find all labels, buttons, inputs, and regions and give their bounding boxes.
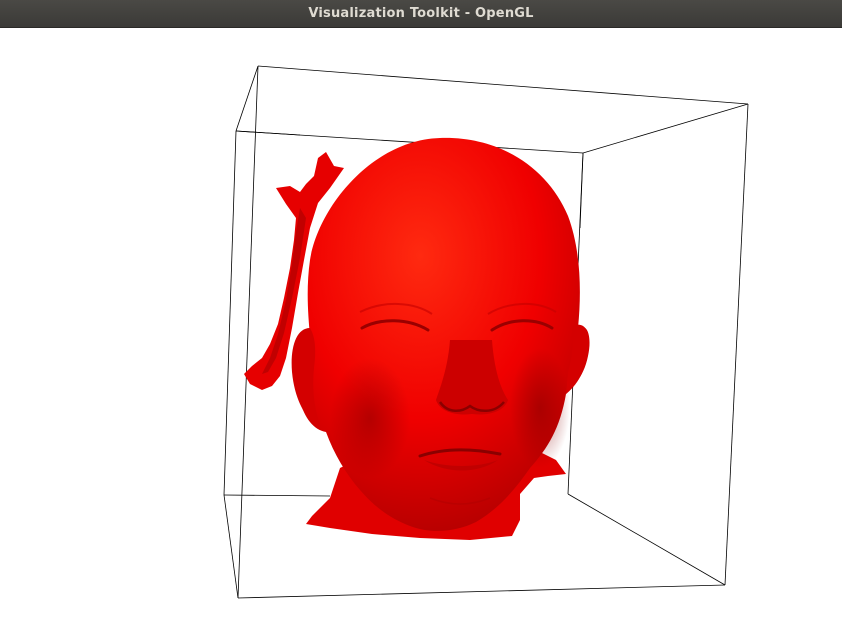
scene-canvas[interactable] — [0, 28, 842, 625]
window-title: Visualization Toolkit - OpenGL — [308, 6, 534, 21]
window-titlebar[interactable]: Visualization Toolkit - OpenGL — [0, 0, 842, 28]
render-viewport[interactable] — [0, 28, 842, 625]
head-isosurface — [244, 137, 590, 540]
cheek-shade-right — [510, 348, 570, 468]
cheek-shade-left — [330, 358, 410, 478]
vtk-render-window: Visualization Toolkit - OpenGL — [0, 0, 842, 625]
